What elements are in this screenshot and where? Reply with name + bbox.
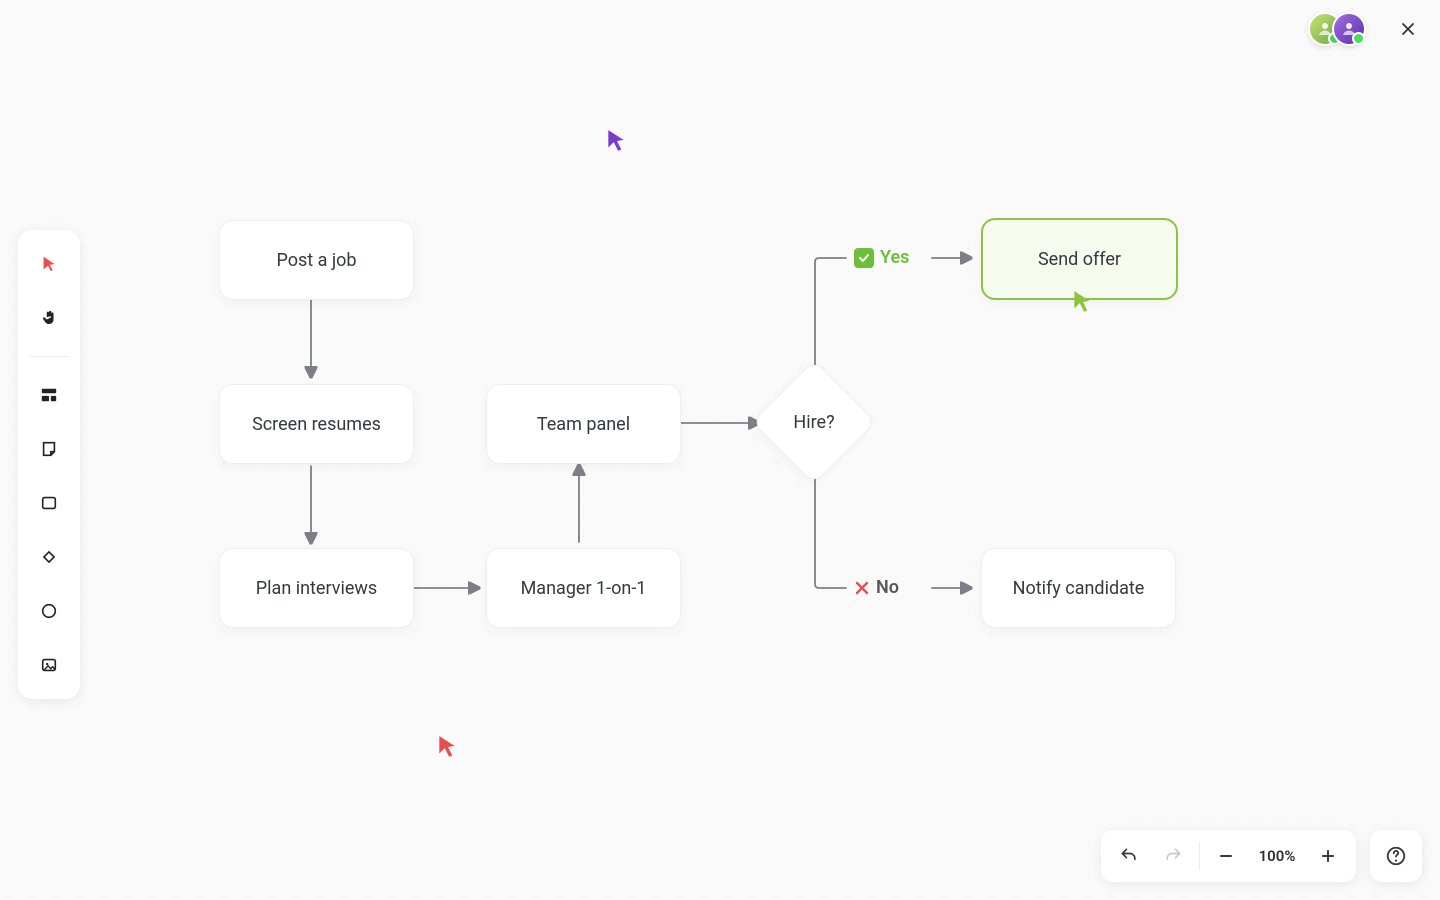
close-icon	[1400, 21, 1416, 37]
node-label: Screen resumes	[252, 414, 381, 435]
node-send-offer[interactable]: Send offer	[981, 218, 1178, 300]
close-button[interactable]	[1394, 15, 1422, 43]
branch-text: No	[876, 577, 899, 598]
tool-hand[interactable]	[29, 298, 69, 338]
diamond-icon	[40, 548, 58, 566]
redo-icon	[1163, 846, 1183, 866]
image-icon	[40, 656, 58, 674]
sticky-note-icon	[40, 440, 58, 458]
help-icon	[1385, 845, 1407, 867]
node-hire-decision[interactable]: Hire?	[770, 378, 858, 466]
collaborator-avatars	[1308, 12, 1366, 46]
branch-text: Yes	[880, 247, 909, 268]
connectors	[0, 0, 1440, 900]
remote-cursor-purple	[606, 128, 628, 154]
node-label: Team panel	[537, 414, 630, 435]
tool-sticky[interactable]	[29, 429, 69, 469]
circle-icon	[40, 602, 58, 620]
check-icon	[854, 248, 874, 268]
tool-circle[interactable]	[29, 591, 69, 631]
undo-icon	[1119, 846, 1139, 866]
node-label: Notify candidate	[1013, 578, 1145, 599]
tool-image[interactable]	[29, 645, 69, 685]
zoom-in-button[interactable]	[1306, 834, 1350, 878]
remote-cursor-red	[437, 734, 459, 760]
tool-rectangle[interactable]	[29, 483, 69, 523]
cursor-icon	[40, 255, 58, 273]
tool-select[interactable]	[29, 244, 69, 284]
rectangle-icon	[40, 494, 58, 512]
tool-diamond[interactable]	[29, 537, 69, 577]
node-label: Post a job	[276, 250, 356, 271]
plus-icon	[1320, 848, 1336, 864]
node-manager-1on1[interactable]: Manager 1-on-1	[486, 548, 681, 628]
help-button[interactable]	[1370, 830, 1422, 882]
branch-label-yes: Yes	[854, 247, 909, 268]
node-notify-candidate[interactable]: Notify candidate	[981, 548, 1176, 628]
tool-section[interactable]	[29, 375, 69, 415]
zoom-out-button[interactable]	[1204, 834, 1248, 878]
branch-label-no: No	[854, 577, 899, 598]
minus-icon	[1218, 848, 1234, 864]
node-label: Plan interviews	[256, 578, 377, 599]
x-icon	[854, 580, 870, 596]
node-screen-resumes[interactable]: Screen resumes	[219, 384, 414, 464]
node-label: Send offer	[1038, 249, 1121, 270]
zoom-value[interactable]: 100%	[1248, 847, 1306, 865]
zoom-panel: 100%	[1101, 830, 1356, 882]
section-icon	[40, 386, 58, 404]
node-label: Manager 1-on-1	[521, 578, 647, 599]
hand-icon	[40, 309, 58, 327]
redo-button[interactable]	[1151, 834, 1195, 878]
node-label: Hire?	[793, 412, 834, 433]
node-team-panel[interactable]: Team panel	[486, 384, 681, 464]
undo-button[interactable]	[1107, 834, 1151, 878]
shape-toolbar	[18, 230, 80, 699]
avatar[interactable]	[1332, 12, 1366, 46]
node-post-job[interactable]: Post a job	[219, 220, 414, 300]
node-plan-interviews[interactable]: Plan interviews	[219, 548, 414, 628]
